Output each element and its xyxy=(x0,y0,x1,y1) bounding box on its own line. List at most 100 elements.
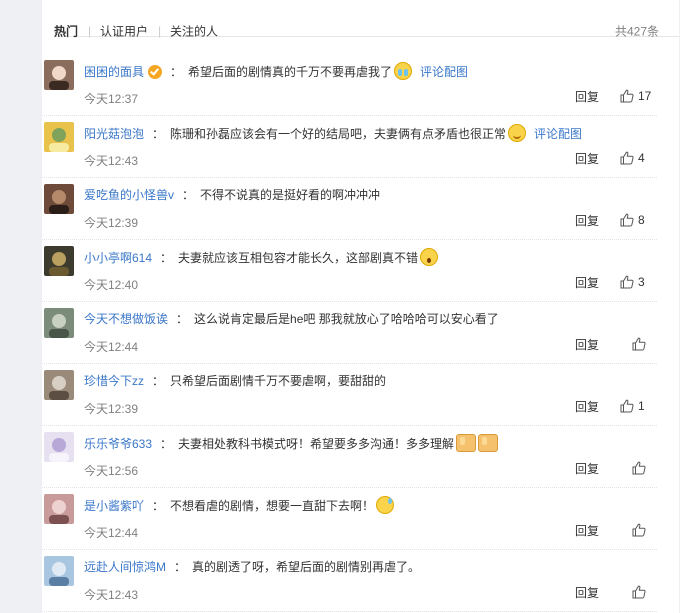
like-count: 8 xyxy=(638,213,645,227)
tab-hot[interactable]: 热门 xyxy=(54,23,78,40)
comment-line: 乐乐爷爷633 ： 夫妻相处教科书模式呀！希望要多多沟通！多多理解 xyxy=(84,434,499,453)
colon-separator: ： xyxy=(152,374,165,388)
comment-line: 珍惜今下zz ： 只希望后面剧情千万不要虐啊，要甜甜的 xyxy=(84,372,386,390)
comment-line: 爱吃鱼的小怪兽v ： 不得不说真的是挺好看的啊冲冲冲 xyxy=(84,186,380,204)
comment-timestamp: 今天12:44 xyxy=(84,526,139,540)
reply-button[interactable]: 回复 xyxy=(575,336,599,353)
username-link[interactable]: 远赴人间惊鸿M xyxy=(84,560,166,574)
reply-button[interactable]: 回复 xyxy=(575,212,599,229)
emoji-group xyxy=(418,248,439,266)
colon-separator: ： xyxy=(160,437,173,451)
avatar[interactable] xyxy=(44,370,74,400)
comment-item: 是小酱紫吖 ： 不想看虐的剧情，想要一直甜下去啊！ 今天12:44 回复 xyxy=(42,488,679,550)
comments-panel: 热门 | 认证用户 | 关注的人 共427条 困困的面具 ： 希望后面的剧情真的千万… xyxy=(42,0,679,613)
emoji-group xyxy=(392,62,413,80)
emoji-group xyxy=(374,496,395,514)
username-link[interactable]: 困困的面具 xyxy=(84,65,144,79)
avatar[interactable] xyxy=(44,308,74,338)
thumbs-up-icon xyxy=(632,523,646,537)
reply-button[interactable]: 回复 xyxy=(575,150,599,167)
like-button[interactable] xyxy=(632,584,650,600)
avatar[interactable] xyxy=(44,246,74,276)
tab-following[interactable]: 关注的人 xyxy=(170,23,218,40)
comment-item: 爱吃鱼的小怪兽v ： 不得不说真的是挺好看的啊冲冲冲 今天12:39 回复 8 xyxy=(42,178,679,240)
comment-text: 真的剧透了呀，希望后面的剧情别再虐了。 xyxy=(192,560,421,574)
comment-timestamp: 今天12:43 xyxy=(84,588,139,602)
like-count: 3 xyxy=(638,275,645,289)
comment-item: 乐乐爷爷633：夫妻相处教科书模式呀！希望要多多沟通！多多理解 今天12:56 … xyxy=(42,426,679,488)
like-button[interactable] xyxy=(632,336,650,352)
thumbs-up-icon xyxy=(632,461,646,475)
comment-timestamp: 今天12:39 xyxy=(84,402,139,416)
reply-button[interactable]: 回复 xyxy=(575,584,599,601)
comment-timestamp: 今天12:37 xyxy=(84,92,139,106)
like-button[interactable]: 17 xyxy=(620,88,651,104)
avatar[interactable] xyxy=(44,60,74,90)
like-button[interactable]: 8 xyxy=(620,212,645,228)
reply-button[interactable]: 回复 xyxy=(575,522,599,539)
avatar[interactable] xyxy=(44,494,74,524)
thumbs-up-icon xyxy=(620,213,634,227)
tab-divider: | xyxy=(88,24,92,38)
comment-timestamp: 今天12:56 xyxy=(84,464,139,478)
reply-button[interactable]: 回复 xyxy=(575,274,599,291)
comment-timestamp: 今天12:44 xyxy=(84,340,139,354)
comment-text: 希望后面的剧情真的千万不要再虐我了 xyxy=(188,65,393,79)
comment-text: 这么说肯定最后是he吧 那我就放心了哈哈哈可以安心看了 xyxy=(194,312,499,326)
avatar[interactable] xyxy=(44,432,74,462)
comment-item: 珍惜今下zz ： 只希望后面剧情千万不要虐啊，要甜甜的 今天12:39 回复 1 xyxy=(42,364,679,426)
reply-button[interactable]: 回复 xyxy=(575,398,599,415)
comment-line: 远赴人间惊鸿M ： 真的剧透了呀，希望后面的剧情别再虐了。 xyxy=(84,558,420,576)
avatar[interactable] xyxy=(44,122,74,152)
like-button[interactable]: 4 xyxy=(620,150,645,166)
like-count: 1 xyxy=(638,399,645,413)
comment-item: 远赴人间惊鸿M ： 真的剧透了呀，希望后面的剧情别再虐了。 今天12:43 回复 xyxy=(42,550,679,612)
username-link[interactable]: 是小酱紫吖 xyxy=(84,499,144,513)
username-link[interactable]: 乐乐爷爷633 xyxy=(84,437,152,451)
thumbs-up-icon xyxy=(620,151,634,165)
comment-image-link[interactable]: 评论配图 xyxy=(534,127,582,141)
thumbs-up-icon xyxy=(632,337,646,351)
cry-emoji-icon xyxy=(394,62,413,80)
thumb-emoji-icon xyxy=(456,434,477,452)
reply-button[interactable]: 回复 xyxy=(575,88,599,105)
like-button[interactable]: 3 xyxy=(620,274,645,290)
avatar[interactable] xyxy=(44,184,74,214)
comment-line: 是小酱紫吖 ： 不想看虐的剧情，想要一直甜下去啊！ xyxy=(84,496,395,515)
username-link[interactable]: 今天不想做饭诶 xyxy=(84,312,168,326)
like-button[interactable] xyxy=(632,460,650,476)
username-link[interactable]: 爱吃鱼的小怪兽v xyxy=(84,188,174,202)
thumbs-up-icon xyxy=(620,275,634,289)
username-link[interactable]: 阳光菇泡泡 xyxy=(84,127,144,141)
thumbs-up-icon xyxy=(620,399,634,413)
colon-separator: ： xyxy=(152,499,165,513)
comment-line: 困困的面具 ： 希望后面的剧情真的千万不要再虐我了 评论配图 xyxy=(84,62,468,81)
filter-tabs: 热门 | 认证用户 | 关注的人 共427条 xyxy=(42,0,679,39)
like-button[interactable] xyxy=(632,522,650,538)
comment-text: 夫妻相处教科书模式呀！希望要多多沟通！多多理解 xyxy=(178,437,455,451)
avatar[interactable] xyxy=(44,556,74,586)
comment-item: 小小亭啊614：夫妻就应该互相包容才能长久，这部剧真不错 今天12:40 回复 … xyxy=(42,240,679,302)
comment-count: 共427条 xyxy=(614,24,659,39)
comment-line: 小小亭啊614 ： 夫妻就应该互相包容才能长久，这部剧真不错 xyxy=(84,248,439,267)
comment-line: 阳光菇泡泡 ： 陈珊和孙磊应该会有一个好的结局吧，夫妻俩有点矛盾也很正常 评论配图 xyxy=(84,124,582,143)
comment-text: 不得不说真的是挺好看的啊冲冲冲 xyxy=(200,188,381,202)
reply-button[interactable]: 回复 xyxy=(575,460,599,477)
colon-separator: ： xyxy=(176,312,189,326)
emoji-group xyxy=(506,124,527,142)
comment-text: 陈珊和孙磊应该会有一个好的结局吧，夫妻俩有点矛盾也很正常 xyxy=(170,127,507,141)
comment-text: 不想看虐的剧情，想要一直甜下去啊！ xyxy=(170,499,375,513)
like-count: 17 xyxy=(638,89,652,103)
comment-text: 只希望后面剧情千万不要虐啊，要甜甜的 xyxy=(170,374,387,388)
tab-verified-users[interactable]: 认证用户 xyxy=(100,23,148,40)
comment-timestamp: 今天12:43 xyxy=(84,154,139,168)
emoji-group xyxy=(454,434,499,452)
comment-image-link[interactable]: 评论配图 xyxy=(420,65,468,79)
comment-item: 困困的面具 ： 希望后面的剧情真的千万不要再虐我了 评论配图 今天12:37 回复 1… xyxy=(42,54,679,116)
tab-divider: | xyxy=(158,24,162,38)
like-button[interactable]: 1 xyxy=(620,398,645,414)
colon-separator: ： xyxy=(170,65,183,79)
username-link[interactable]: 珍惜今下zz xyxy=(84,374,144,388)
username-link[interactable]: 小小亭啊614 xyxy=(84,251,152,265)
comment-item: 今天不想做饭诶 ： 这么说肯定最后是he吧 那我就放心了哈哈哈可以安心看了 今天12… xyxy=(42,302,679,364)
